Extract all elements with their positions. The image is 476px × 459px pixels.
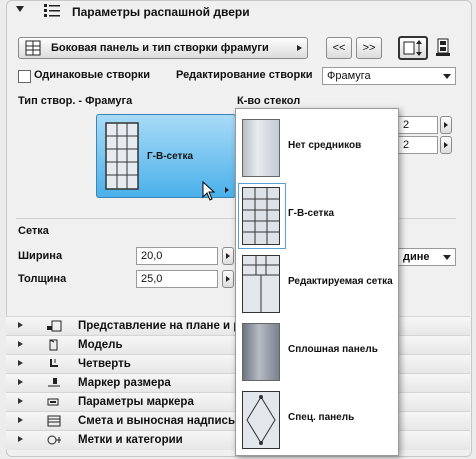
frame-resize-icon xyxy=(403,40,422,56)
width-label: Ширина xyxy=(18,250,63,262)
thickness-arrow-button[interactable] xyxy=(222,270,234,288)
expand-arrow-icon xyxy=(18,398,23,404)
grid-option-value: дине xyxy=(403,251,430,263)
grid-sash-thumbnail xyxy=(105,122,139,190)
section-label: Метки и категории xyxy=(78,434,183,446)
sash-type-popup: Нет средников Г-В-сетка Редактируемая се… xyxy=(235,108,399,456)
type-section-title: Тип створ. - Фрамуга xyxy=(18,95,133,107)
section-label: Модель xyxy=(78,339,123,351)
edit-leaf-label: Редактирование створки xyxy=(176,69,313,81)
model-icon xyxy=(49,339,58,351)
glass-count-arrow-2[interactable] xyxy=(440,136,452,154)
chevron-down-icon xyxy=(443,255,451,260)
same-leaves-label: Одинаковые створки xyxy=(34,69,151,81)
grid-option-dropdown[interactable]: дине xyxy=(398,248,456,266)
section-label: Параметры маркера xyxy=(78,396,194,408)
special-panel-thumbnail xyxy=(242,391,280,449)
panel-selector-dropdown[interactable]: Боковая панель и тип створки фрамуги xyxy=(18,37,308,59)
triangle-down-icon xyxy=(16,6,24,12)
tags-icon xyxy=(47,435,61,445)
section-label: Маркер размера xyxy=(78,377,171,389)
section-label: Смета и выносная надпись xyxy=(78,415,236,427)
grid-section-title: Сетка xyxy=(18,225,49,237)
collapse-header-toggle[interactable] xyxy=(16,6,24,12)
glass-count-field-2[interactable]: 2 xyxy=(398,136,438,154)
expand-arrow-icon xyxy=(18,360,23,366)
schedule-icon xyxy=(47,415,61,427)
section-label: Представление на плане и р xyxy=(78,320,241,332)
sash-type-label: Нет средников xyxy=(288,140,362,151)
mouse-cursor-icon xyxy=(202,181,216,201)
sash-type-label: Редактируемая сетка xyxy=(288,276,393,287)
chevron-down-icon xyxy=(443,74,451,79)
expand-arrow-icon xyxy=(18,417,23,423)
editable-grid-thumbnail xyxy=(242,255,280,313)
rebate-icon xyxy=(50,359,58,367)
no-mullions-thumbnail xyxy=(242,119,280,177)
solid-panel-thumbnail xyxy=(242,323,280,381)
width-field[interactable]: 20,0 xyxy=(136,247,218,265)
width-arrow-button[interactable] xyxy=(222,247,234,265)
expand-arrow-icon xyxy=(225,187,229,193)
edit-leaf-dropdown[interactable]: Фрамуга xyxy=(322,67,456,85)
thickness-field[interactable]: 25,0 xyxy=(136,270,218,288)
glass-count-field-1[interactable]: 2 xyxy=(398,116,438,134)
panel-selector-label: Боковая панель и тип створки фрамуги xyxy=(51,42,269,54)
sash-type-option-grid[interactable]: Г-В-сетка xyxy=(236,181,398,249)
door-settings-icon xyxy=(44,3,60,17)
sash-type-label: Сплошная панель xyxy=(288,344,378,355)
glass-count-arrow-1[interactable] xyxy=(440,116,452,134)
panel-title: Параметры распашной двери xyxy=(72,5,250,19)
thickness-label: Толщина xyxy=(18,273,67,285)
expand-arrow-icon xyxy=(18,436,23,442)
section-label: Четверть xyxy=(78,358,131,370)
next-button[interactable]: >> xyxy=(356,37,382,59)
grid-thumbnail xyxy=(242,187,280,245)
glass-count-label: К-во стекол xyxy=(237,95,301,107)
resize-frame-button[interactable] xyxy=(398,36,428,60)
sash-type-option-solid-panel[interactable]: Сплошная панель xyxy=(236,317,398,385)
expand-arrow-icon xyxy=(18,379,23,385)
sash-type-option-editable-grid[interactable]: Редактируемая сетка xyxy=(236,249,398,317)
floorplan-icon xyxy=(47,320,62,332)
sash-type-label: Спец. панель xyxy=(288,412,355,423)
dropdown-arrow-icon xyxy=(297,45,302,51)
selected-type-label: Г-В-сетка xyxy=(147,151,194,162)
sash-type-option-special-panel[interactable]: Спец. панель xyxy=(236,385,398,453)
previous-button[interactable]: << xyxy=(326,37,352,59)
dimension-marker-icon xyxy=(48,378,60,387)
expand-arrow-icon xyxy=(18,322,23,328)
same-leaves-checkbox[interactable] xyxy=(18,70,31,83)
edit-leaf-value: Фрамуга xyxy=(327,70,371,82)
marker-settings-icon xyxy=(47,398,59,406)
sash-type-option-no-mullions[interactable]: Нет средников xyxy=(236,113,398,181)
sash-type-label: Г-В-сетка xyxy=(288,208,335,219)
expand-arrow-icon xyxy=(18,341,23,347)
library-part-icon[interactable] xyxy=(436,37,452,57)
panel-type-icon xyxy=(25,40,41,56)
